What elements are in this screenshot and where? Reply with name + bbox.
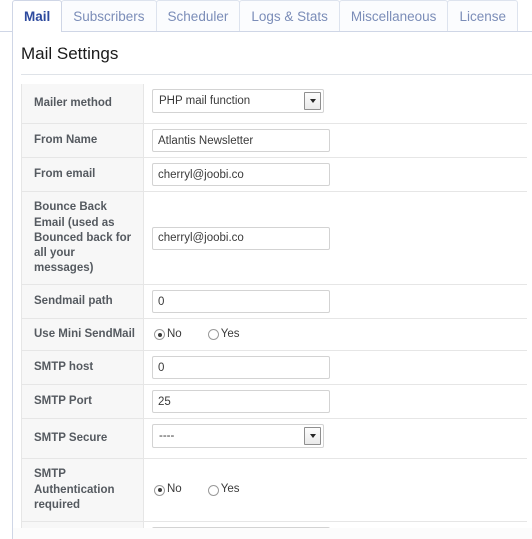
field-control-use-mini-sendmail: No Yes	[143, 318, 527, 351]
input-from-name[interactable]	[152, 129, 330, 153]
settings-row: From Name	[21, 123, 527, 158]
tab-miscellaneous[interactable]: Miscellaneous	[338, 0, 449, 31]
tab-label: Scheduler	[167, 8, 229, 24]
settings-rows: Mailer method PHP mail function From NameF…	[21, 84, 527, 539]
radio-button-icon[interactable]	[154, 484, 165, 496]
input-from-email[interactable]	[152, 163, 330, 187]
mail-settings-table: Mailer method PHP mail function From NameF…	[21, 84, 527, 539]
chevron-down-icon[interactable]	[304, 427, 321, 446]
field-control-smtp-secure: ----	[143, 418, 527, 459]
field-control-smtp-authentication-required: No Yes	[143, 458, 527, 522]
radio-option-label: No	[167, 483, 182, 496]
tab-logs-stats[interactable]: Logs & Stats	[239, 0, 340, 31]
settings-tab-bar: Mail Subscribers Scheduler Logs & Stats Misc…	[0, 0, 532, 32]
tab-license[interactable]: License	[447, 0, 518, 31]
field-label-use-mini-sendmail: Use Mini SendMail	[21, 318, 144, 351]
field-label-from-email: From email	[21, 157, 144, 192]
tab-label: Mail	[24, 8, 51, 24]
tab-subscribers[interactable]: Subscribers	[61, 0, 157, 31]
field-control-from-name	[143, 123, 527, 158]
field-label-sendmail-path: Sendmail path	[21, 284, 144, 319]
select-value: ----	[159, 430, 175, 443]
radio-button-icon[interactable]	[207, 484, 219, 496]
field-control-sendmail-path	[143, 284, 527, 319]
caret-glyph	[309, 99, 316, 104]
mail-settings-page: Mail Subscribers Scheduler Logs & Stats Misc…	[0, 0, 532, 539]
settings-row: Use Mini SendMail No Yes	[21, 318, 527, 351]
radio-option-label: No	[167, 328, 182, 341]
tab-label: Subscribers	[73, 8, 145, 24]
select-mailer-method[interactable]: PHP mail function	[152, 89, 324, 114]
field-control-smtp-host	[143, 350, 527, 385]
tab-mail[interactable]: Mail	[12, 0, 63, 32]
radio-option-label: Yes	[220, 328, 240, 341]
radio-group-smtp-authentication-required: No Yes	[152, 484, 527, 496]
tab-scheduler[interactable]: Scheduler	[155, 0, 241, 31]
field-label-from-name: From Name	[21, 123, 144, 158]
input-bounce-back-email[interactable]	[152, 226, 330, 250]
radio-option-use-mini-sendmail-no[interactable]: No	[154, 329, 182, 341]
page-title: Mail Settings	[21, 44, 119, 63]
tab-label: Logs & Stats	[251, 8, 328, 24]
settings-row: SMTP Port	[21, 384, 527, 419]
settings-row: From email	[21, 157, 527, 192]
tab-label: License	[459, 8, 506, 24]
radio-option-use-mini-sendmail-yes[interactable]: Yes	[207, 328, 240, 341]
field-label-mailer-method: Mailer method	[21, 84, 144, 124]
radio-option-smtp-authentication-required-yes[interactable]: Yes	[207, 483, 240, 496]
settings-row: Bounce Back Email (used as Bounced back …	[21, 191, 527, 285]
settings-row: SMTP host	[21, 350, 527, 385]
input-sendmail-path[interactable]	[152, 290, 330, 314]
settings-panel: Mail Settings Mailer method PHP mail func…	[12, 32, 532, 539]
panel-footer-strip	[13, 528, 532, 539]
radio-button-icon[interactable]	[154, 329, 165, 341]
field-control-smtp-port	[143, 384, 527, 419]
tab-label: Miscellaneous	[350, 8, 437, 24]
field-label-smtp-secure: SMTP Secure	[21, 418, 144, 459]
radio-option-label: Yes	[220, 483, 240, 496]
settings-row: Sendmail path	[21, 284, 527, 319]
input-smtp-host[interactable]	[152, 356, 330, 380]
field-label-bounce-back-email: Bounce Back Email (used as Bounced back …	[21, 191, 144, 285]
field-label-smtp-authentication-required: SMTP Authentication required	[21, 458, 144, 522]
caret-glyph	[309, 434, 316, 439]
select-value: PHP mail function	[159, 95, 251, 108]
field-label-smtp-host: SMTP host	[21, 350, 144, 385]
settings-row: SMTP Authentication required No Yes	[21, 458, 527, 522]
field-control-mailer-method: PHP mail function	[143, 84, 527, 124]
field-control-from-email	[143, 157, 527, 192]
field-control-bounce-back-email	[143, 191, 527, 285]
input-smtp-port[interactable]	[152, 390, 330, 414]
radio-button-icon[interactable]	[207, 329, 219, 341]
chevron-down-icon[interactable]	[304, 92, 321, 111]
select-smtp-secure[interactable]: ----	[152, 424, 324, 449]
settings-row: Mailer method PHP mail function	[21, 84, 527, 124]
radio-group-use-mini-sendmail: No Yes	[152, 329, 527, 341]
radio-option-smtp-authentication-required-no[interactable]: No	[154, 484, 182, 496]
title-divider	[21, 74, 532, 76]
settings-row: SMTP Secure ----	[21, 418, 527, 459]
field-label-smtp-port: SMTP Port	[21, 384, 144, 419]
